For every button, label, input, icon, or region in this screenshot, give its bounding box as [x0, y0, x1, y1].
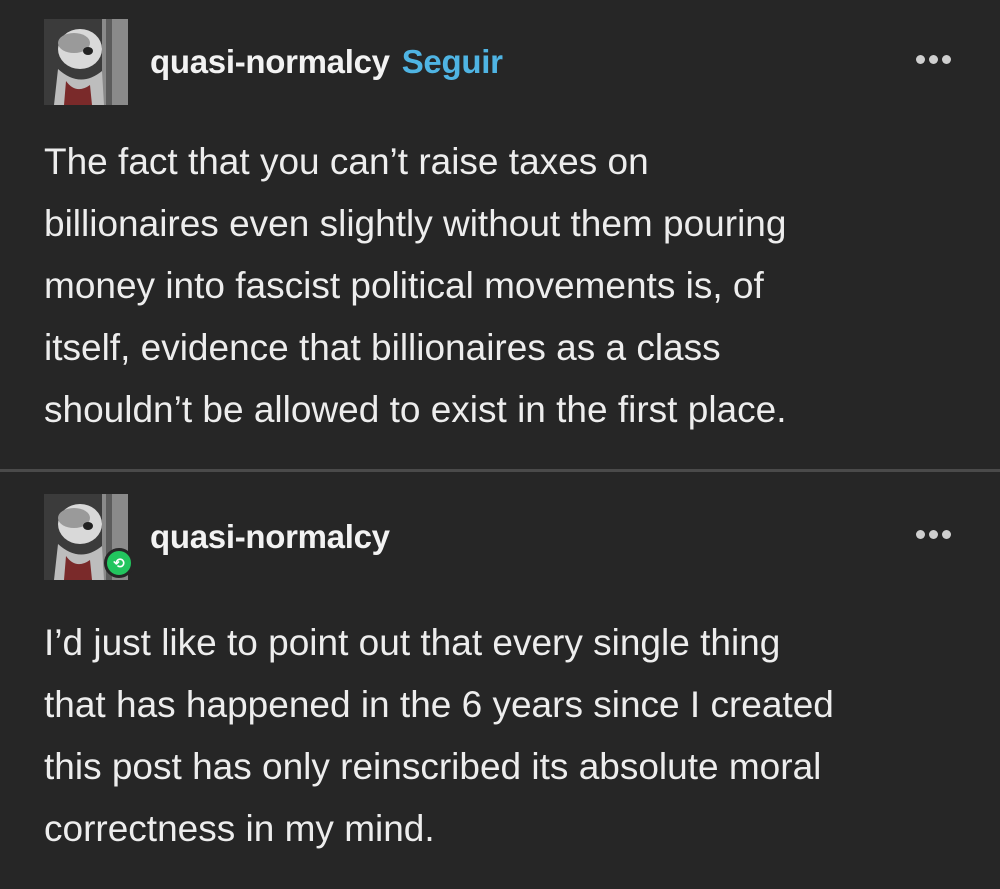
post-header: ⟲ quasi-normalcy: [44, 494, 964, 582]
post-author-row: quasi-normalcy Seguir: [150, 43, 503, 81]
post-text-line: itself, evidence that billionaires as a …: [44, 327, 721, 368]
avatar-image: [44, 19, 128, 105]
reblog-post: ⟲ quasi-normalcy I’d just like to point …: [0, 472, 1000, 889]
post-header: quasi-normalcy Seguir: [44, 19, 964, 107]
post-text-line: correctness in my mind.: [44, 808, 435, 849]
post-author-row: quasi-normalcy: [150, 518, 390, 556]
post-text-line: money into fascist political movements i…: [44, 265, 764, 306]
post-body: I’d just like to point out that every si…: [44, 612, 964, 860]
original-post: quasi-normalcy Seguir The fact that you c…: [0, 0, 1000, 470]
post-text-line: The fact that you can’t raise taxes on: [44, 141, 649, 182]
post-text-line: shouldn’t be allowed to exist in the fir…: [44, 389, 787, 430]
post-text-line: billionaires even slightly without them …: [44, 203, 787, 244]
post-body: The fact that you can’t raise taxes on b…: [44, 131, 964, 441]
follow-button[interactable]: Seguir: [402, 43, 503, 80]
post-text-line: I’d just like to point out that every si…: [44, 622, 781, 663]
reblog-icon: ⟲: [104, 548, 134, 578]
username-link[interactable]: quasi-normalcy: [150, 43, 390, 80]
post-text-line: this post has only reinscribed its absol…: [44, 746, 822, 787]
username-link[interactable]: quasi-normalcy: [150, 518, 390, 555]
ellipsis-horizontal-icon[interactable]: [916, 51, 964, 71]
avatar[interactable]: [44, 19, 128, 105]
ellipsis-horizontal-icon[interactable]: [916, 526, 964, 546]
post-text-line: that has happened in the 6 years since I…: [44, 684, 834, 725]
